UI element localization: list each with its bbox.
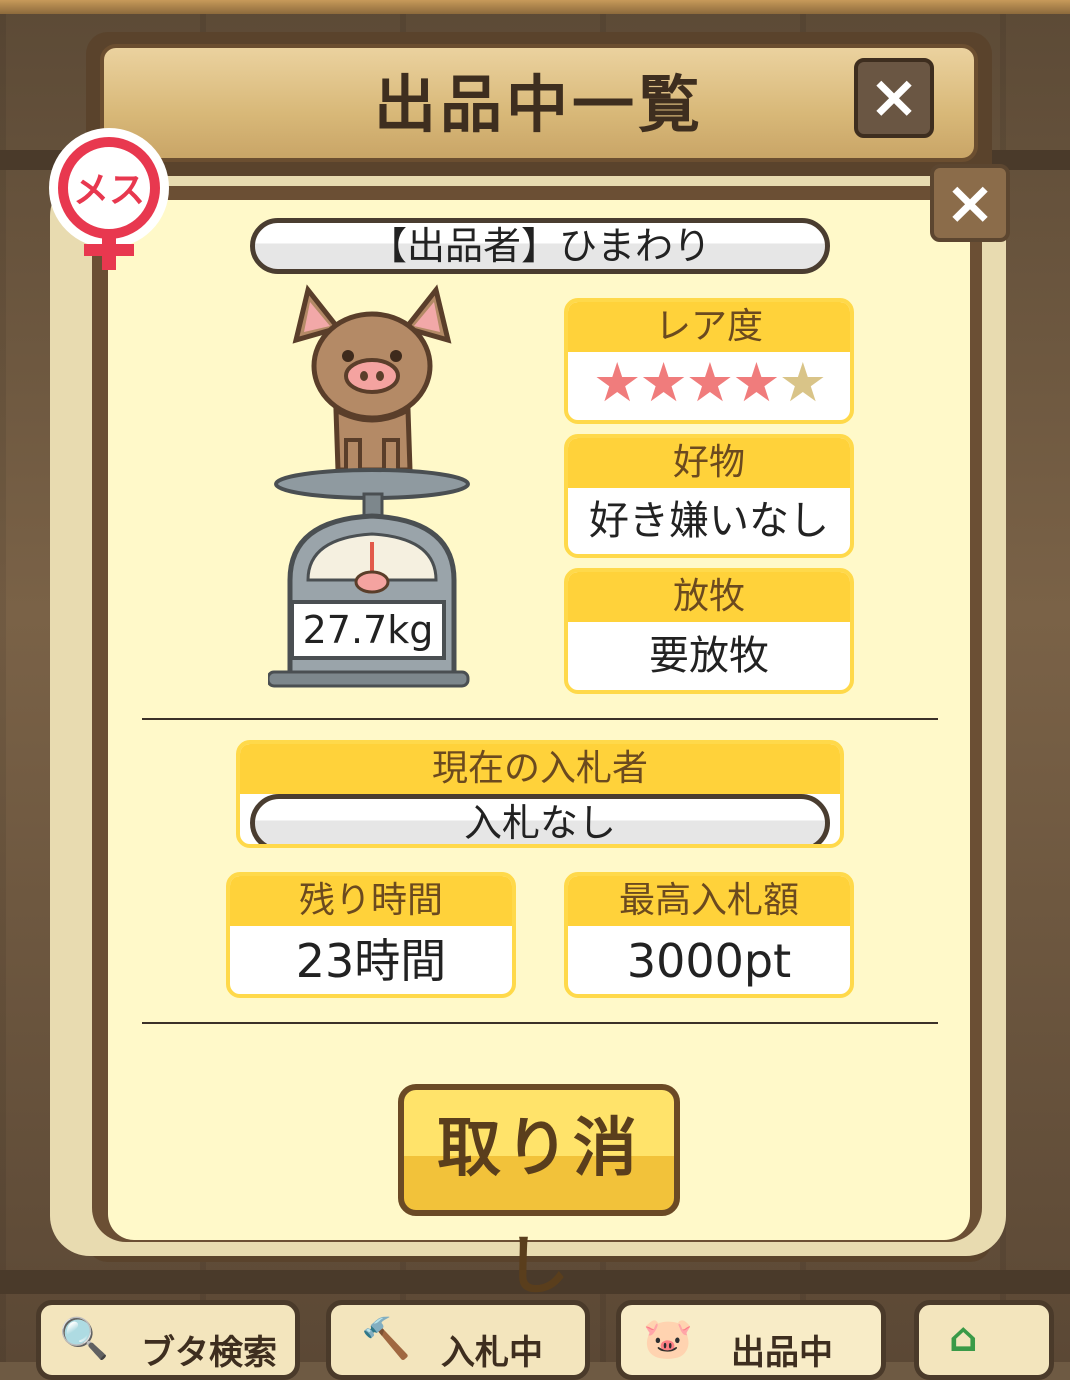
star-empty-icon: ★ bbox=[778, 351, 827, 414]
close-list-button[interactable]: × bbox=[854, 58, 934, 138]
tab-listing[interactable]: 🐷 出品中 bbox=[616, 1300, 886, 1380]
favorite-food-value: 好き嫌いなし bbox=[589, 498, 829, 544]
gender-label: メス bbox=[73, 170, 145, 211]
star-icon: ★ bbox=[732, 351, 780, 414]
current-bidder-label: 現在の入札者 bbox=[240, 744, 840, 794]
dialog-title: 出品中一覧 bbox=[373, 68, 704, 141]
cancel-listing-button[interactable]: 取り消し bbox=[398, 1084, 680, 1304]
close-detail-button[interactable]: × bbox=[930, 164, 1010, 242]
rarity-stars: ★★★★★ bbox=[568, 352, 850, 414]
tab-label: 入札中 bbox=[441, 1333, 543, 1373]
tab-pig-search[interactable]: 🔍 ブタ検索 bbox=[36, 1300, 300, 1380]
remaining-time-box: 残り時間 23時間 bbox=[226, 872, 516, 998]
top-beam bbox=[0, 0, 1070, 14]
rarity-box: レア度 ★★★★★ bbox=[564, 298, 854, 424]
max-bid-value: 3000pt bbox=[626, 934, 792, 988]
max-bid-label: 最高入札額 bbox=[568, 876, 850, 926]
star-icon: ★ bbox=[685, 351, 734, 414]
divider bbox=[142, 1022, 938, 1024]
star-icon: ★ bbox=[592, 351, 641, 414]
tab-label: ブタ検索 bbox=[141, 1333, 277, 1373]
favorite-food-box: 好物 好き嫌いなし bbox=[564, 434, 854, 558]
grazing-label: 放牧 bbox=[568, 572, 850, 622]
star-icon: ★ bbox=[639, 351, 687, 414]
grazing-box: 放牧 要放牧 bbox=[564, 568, 854, 694]
grazing-value: 要放牧 bbox=[649, 633, 769, 679]
pig-icon bbox=[292, 284, 452, 478]
divider bbox=[142, 718, 938, 720]
tab-label: 出品中 bbox=[731, 1333, 833, 1373]
current-bidder-value: 入札なし bbox=[250, 794, 830, 844]
current-bidder-box: 現在の入札者 入札なし bbox=[236, 740, 844, 848]
seller-name: 【出品者】ひまわり bbox=[250, 218, 830, 274]
tab-bidding[interactable]: 🔨 入札中 bbox=[326, 1300, 590, 1380]
home-icon: ⌂ bbox=[949, 1315, 978, 1361]
close-icon: × bbox=[868, 62, 920, 132]
gavel-icon: 🔨 bbox=[361, 1316, 411, 1362]
close-icon: × bbox=[944, 168, 996, 238]
remaining-time-value: 23時間 bbox=[295, 934, 447, 988]
max-bid-box: 最高入札額 3000pt bbox=[564, 872, 854, 998]
female-gender-icon: メス bbox=[49, 128, 169, 270]
tab-home[interactable]: ⌂ bbox=[914, 1300, 1054, 1380]
remaining-time-label: 残り時間 bbox=[230, 876, 512, 926]
magnifier-icon: 🔍 bbox=[59, 1316, 109, 1362]
pig-icon: 🐷 bbox=[643, 1316, 693, 1362]
weight-readout: 27.7kg bbox=[290, 600, 446, 660]
favorite-food-label: 好物 bbox=[568, 438, 850, 488]
rarity-label: レア度 bbox=[568, 302, 850, 352]
